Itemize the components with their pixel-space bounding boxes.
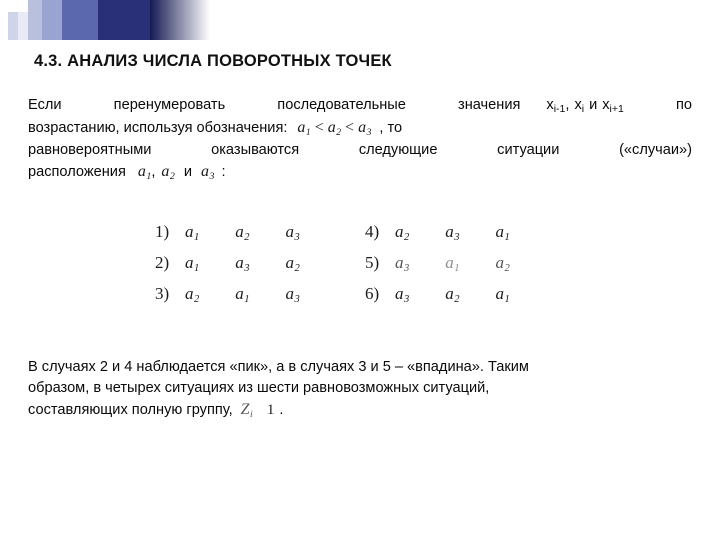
intro-line-4: расположения a1 , a2 и a3 :	[28, 161, 692, 184]
formula-inequality-a1-a2-a3: a1 < a2 < a3	[297, 119, 372, 139]
conclusion-text-1: В случаях 2 и 4 наблюдается «пик», а в с…	[28, 359, 529, 375]
intro-word-sluchai: («случаи»)	[619, 142, 692, 158]
case-terms: a3 a2 a1	[395, 284, 542, 306]
case-term: a3	[395, 253, 410, 275]
conclusion-text-3: составляющих полную группу,	[28, 402, 233, 418]
case-number: 5)	[365, 253, 380, 272]
case-number: 4)	[365, 222, 380, 241]
case-terms: a1 a2 a3	[185, 222, 332, 244]
case-term: a1	[445, 253, 460, 275]
var-x-i-minus-1: xi-1	[546, 97, 566, 115]
deco-notch	[8, 0, 28, 12]
intro-word-perenumerovat: перенумеровать	[113, 97, 226, 113]
case-item-4: 4) a2 a3 a1	[365, 222, 542, 244]
intro-word-esli: Если	[28, 97, 62, 113]
intro-word-sleduyushchie: следующие	[358, 142, 438, 158]
case-item-6: 6) a3 a2 a1	[365, 284, 542, 306]
case-number: 2)	[155, 253, 170, 272]
decorative-gradient-bars	[0, 0, 210, 40]
case-item-2: 2) a1 a3 a2	[155, 253, 365, 275]
deco-bar-7	[98, 0, 150, 40]
cases-row: 2) a1 a3 a2 5) a3 a1 a2	[155, 253, 575, 284]
deco-bar-1	[0, 0, 8, 40]
intro-line-1: Если перенумеровать последовательные зна…	[28, 95, 692, 117]
colon-1: :	[221, 164, 226, 180]
case-terms: a2 a3 a1	[395, 222, 542, 244]
period-end: .	[279, 402, 284, 418]
page-title: 4.3. АНАЛИЗ ЧИСЛА ПОВОРОТНЫХ ТОЧЕК	[34, 52, 392, 70]
var-x-i-plus-1: xi+1	[602, 97, 624, 115]
case-terms: a3 a1 a2	[395, 253, 542, 275]
intro-word-ravnoveroyatnymi: равновероятными	[28, 142, 152, 158]
conclusion-text-2: образом, в четырех ситуациях из шести ра…	[28, 380, 490, 396]
formula-a3: a3	[200, 163, 215, 183]
formula-a2: a2	[161, 163, 175, 183]
case-number: 3)	[155, 284, 170, 303]
case-term: a1	[235, 284, 250, 306]
case-item-1: 1) a1 a2 a3	[155, 222, 365, 244]
conclusion-paragraph: В случаях 2 и 4 наблюдается «пик», а в с…	[28, 357, 692, 422]
conclusion-line-1: В случаях 2 и 4 наблюдается «пик», а в с…	[28, 357, 692, 378]
case-number: 6)	[365, 284, 380, 303]
cases-row: 1) a1 a2 a3 4) a2 a3 a1	[155, 222, 575, 253]
case-term: a1	[495, 222, 510, 244]
intro-paragraph: Если перенумеровать последовательные зна…	[28, 95, 692, 184]
intro-word-situatsii: ситуации	[497, 142, 560, 158]
case-term: a2	[495, 253, 510, 275]
case-terms: a2 a1 a3	[185, 284, 332, 306]
comma-2: ,	[151, 164, 156, 180]
case-term: a3	[395, 284, 410, 306]
intro-line-2: возрастанию, используя обозначения: a1 < a…	[28, 117, 692, 140]
var-x-i: xi	[574, 97, 585, 115]
case-number: 1)	[155, 222, 170, 241]
conclusion-line-3: составляющих полную группу, Zi 1 .	[28, 399, 692, 422]
case-term: a3	[235, 253, 250, 275]
case-term: a3	[285, 284, 300, 306]
case-term: a2	[185, 284, 200, 306]
intro-word-to: , то	[379, 120, 403, 136]
case-term: a2	[235, 222, 250, 244]
cases-list: 1) a1 a2 a3 4) a2 a3 a1 2) a1 a3 a2 5) a…	[155, 222, 575, 315]
case-item-5: 5) a3 a1 a2	[365, 253, 542, 275]
deco-bar-4	[28, 0, 42, 40]
intro-word-znacheniya: значения	[458, 97, 521, 113]
case-term: a2	[285, 253, 300, 275]
comma-1: ,	[565, 97, 570, 113]
intro-word-okazyvayutsya: оказываются	[211, 142, 300, 158]
case-term: a3	[285, 222, 300, 244]
intro-word-i-2: и	[183, 164, 192, 180]
case-item-3: 3) a2 a1 a3	[155, 284, 365, 306]
deco-bar-5	[42, 0, 62, 40]
case-term: a1	[185, 222, 200, 244]
intro-line-3: равновероятными оказываются следующие си…	[28, 140, 692, 161]
case-term: a1	[185, 253, 200, 275]
intro-word-posledovatelnye: последовательные	[277, 97, 406, 113]
intro-phrase-vozrastaniyu: возрастанию, используя обозначения:	[28, 120, 288, 136]
cases-row: 3) a2 a1 a3 6) a3 a2 a1	[155, 284, 575, 315]
formula-z-i: Zi	[240, 401, 253, 421]
intro-word-raspolozheniya: расположения	[28, 164, 126, 180]
deco-bar-6	[62, 0, 98, 40]
case-term: a2	[395, 222, 410, 244]
case-term: a2	[445, 284, 460, 306]
conclusion-line-2: образом, в четырех ситуациях из шести ра…	[28, 378, 692, 399]
formula-a1: a1	[137, 163, 152, 183]
intro-word-po: по	[675, 97, 692, 113]
intro-word-i: и	[589, 97, 598, 113]
slide-canvas: 4.3. АНАЛИЗ ЧИСЛА ПОВОРОТНЫХ ТОЧЕК Если …	[0, 0, 720, 540]
case-term: a3	[445, 222, 460, 244]
formula-value-one: 1	[266, 402, 275, 418]
deco-bar-8	[150, 0, 210, 40]
case-term: a1	[495, 284, 510, 306]
case-terms: a1 a3 a2	[185, 253, 332, 275]
